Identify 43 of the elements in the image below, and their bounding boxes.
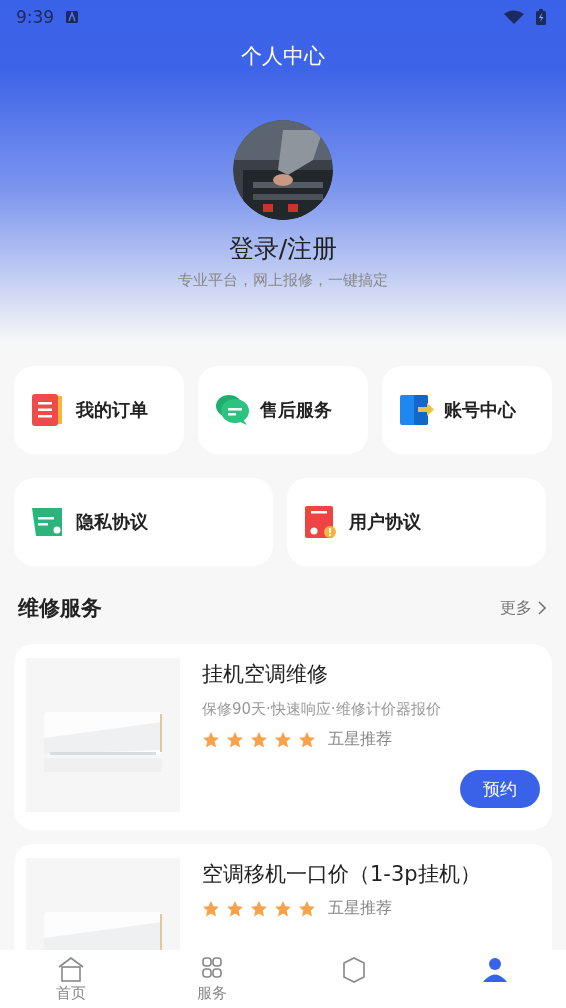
star-icon	[226, 899, 244, 918]
chat-icon	[214, 392, 250, 428]
slogan-text: 专业平台，网上报修，一键搞定	[178, 271, 388, 290]
shortcut-label: 用户协议	[349, 510, 421, 534]
chevron-right-icon	[538, 601, 546, 615]
star-icon	[274, 899, 292, 918]
shortcut-card[interactable]: 售后服务	[198, 366, 368, 454]
shortcut-label: 账号中心	[444, 398, 516, 422]
status-time: 9:39	[16, 7, 55, 27]
nav-tab[interactable]: 服务	[141, 950, 283, 1008]
star-icon	[226, 730, 244, 749]
star-icon	[298, 899, 316, 918]
star-icon	[298, 730, 316, 749]
star-icon	[202, 899, 220, 918]
section-title: 维修服务	[18, 595, 102, 622]
page-title: 个人中心	[241, 43, 325, 70]
star-icon	[202, 730, 220, 749]
book-button[interactable]: 预约	[460, 770, 540, 808]
service-title: 空调移机一口价（1-3p挂机）	[202, 861, 482, 888]
warning-document-icon	[303, 504, 339, 540]
battery-icon	[536, 9, 546, 25]
more-link[interactable]: 更多	[500, 597, 546, 619]
notification-icon	[66, 11, 79, 23]
rating-text: 五星推荐	[328, 898, 392, 919]
exit-door-icon	[398, 392, 434, 428]
service-card[interactable]: 挂机空调维修 保修90天·快速响应·维修计价器报价 五星推荐 预约	[14, 644, 552, 830]
shortcut-card[interactable]: 用户协议	[287, 478, 546, 566]
shortcut-card[interactable]: 隐私协议	[14, 478, 273, 566]
nav-tab[interactable]: 首页	[0, 950, 142, 1008]
wifi-icon	[504, 10, 524, 24]
shortcut-label: 隐私协议	[76, 510, 148, 534]
shortcut-label: 我的订单	[76, 398, 148, 422]
shortcut-card[interactable]: 账号中心	[382, 366, 552, 454]
service-title: 挂机空调维修	[202, 661, 329, 688]
star-icon	[250, 730, 268, 749]
star-icon	[274, 730, 292, 749]
star-icon	[250, 899, 268, 918]
shortcut-card[interactable]: 我的订单	[14, 366, 184, 454]
service-card[interactable]: 空调移机一口价（1-3p挂机） 五星推荐	[14, 844, 552, 950]
login-link[interactable]: 登录/注册	[228, 232, 338, 265]
rating-text: 五星推荐	[328, 729, 392, 750]
service-description: 保修90天·快速响应·维修计价器报价	[202, 700, 442, 719]
shortcut-label: 售后服务	[260, 398, 332, 422]
